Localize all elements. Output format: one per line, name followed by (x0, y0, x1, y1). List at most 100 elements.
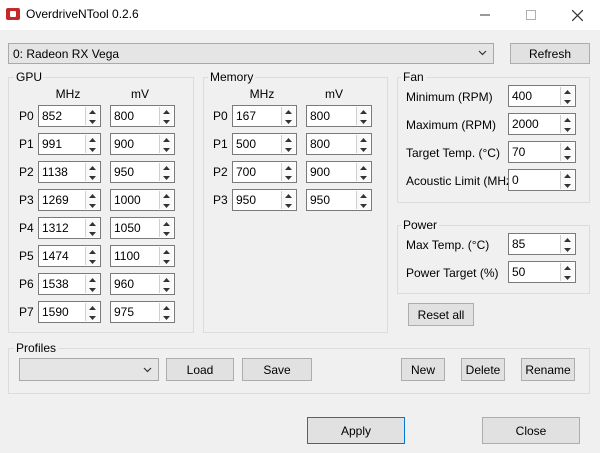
spin-arrows[interactable] (159, 191, 173, 209)
spin-up-icon[interactable] (86, 247, 99, 257)
refresh-button[interactable]: Refresh (510, 43, 590, 64)
spin-down-icon[interactable] (86, 117, 99, 127)
spin-up-icon[interactable] (160, 191, 173, 201)
spin-up-icon[interactable] (86, 135, 99, 145)
spin-down-icon[interactable] (561, 245, 574, 255)
spin-up-icon[interactable] (561, 87, 574, 97)
memory-p0-mv-input[interactable]: 800 (306, 105, 372, 127)
spin-down-icon[interactable] (357, 117, 370, 127)
spin-up-icon[interactable] (160, 219, 173, 229)
spin-arrows[interactable] (85, 107, 99, 125)
spin-down-icon[interactable] (160, 201, 173, 211)
spin-arrows[interactable] (560, 115, 574, 133)
spin-up-icon[interactable] (282, 163, 295, 173)
spin-down-icon[interactable] (561, 97, 574, 107)
gpu-p0-mhz-input[interactable]: 852 (38, 105, 101, 127)
spin-arrows[interactable] (281, 107, 295, 125)
spin-down-icon[interactable] (561, 273, 574, 283)
fan-field-3-input[interactable]: 0 (508, 169, 576, 191)
spin-down-icon[interactable] (160, 173, 173, 183)
spin-arrows[interactable] (85, 303, 99, 321)
spin-up-icon[interactable] (86, 107, 99, 117)
spin-down-icon[interactable] (160, 117, 173, 127)
spin-down-icon[interactable] (561, 181, 574, 191)
spin-up-icon[interactable] (86, 275, 99, 285)
gpu-p3-mhz-input[interactable]: 1269 (38, 189, 101, 211)
gpu-p7-mv-input[interactable]: 975 (110, 301, 175, 323)
gpu-p5-mhz-input[interactable]: 1474 (38, 245, 101, 267)
spin-arrows[interactable] (560, 87, 574, 105)
spin-arrows[interactable] (159, 163, 173, 181)
gpu-p0-mv-input[interactable]: 800 (110, 105, 175, 127)
memory-p0-mhz-input[interactable]: 167 (232, 105, 297, 127)
gpu-p4-mv-input[interactable]: 1050 (110, 217, 175, 239)
device-select[interactable]: 0: Radeon RX Vega (8, 43, 494, 64)
spin-down-icon[interactable] (86, 257, 99, 267)
spin-arrows[interactable] (85, 135, 99, 153)
spin-arrows[interactable] (560, 235, 574, 253)
spin-up-icon[interactable] (160, 163, 173, 173)
apply-button[interactable]: Apply (307, 417, 405, 444)
gpu-p4-mhz-input[interactable]: 1312 (38, 217, 101, 239)
spin-down-icon[interactable] (86, 229, 99, 239)
spin-arrows[interactable] (356, 163, 370, 181)
spin-down-icon[interactable] (160, 313, 173, 323)
gpu-p3-mv-input[interactable]: 1000 (110, 189, 175, 211)
power-field-1-input[interactable]: 50 (508, 261, 576, 283)
profile-select[interactable] (19, 358, 159, 381)
spin-down-icon[interactable] (357, 201, 370, 211)
gpu-p2-mhz-input[interactable]: 1138 (38, 161, 101, 183)
spin-up-icon[interactable] (160, 303, 173, 313)
spin-down-icon[interactable] (561, 153, 574, 163)
spin-up-icon[interactable] (561, 115, 574, 125)
spin-up-icon[interactable] (86, 303, 99, 313)
spin-arrows[interactable] (560, 263, 574, 281)
memory-p1-mv-input[interactable]: 800 (306, 133, 372, 155)
spin-arrows[interactable] (356, 135, 370, 153)
spin-down-icon[interactable] (160, 229, 173, 239)
spin-down-icon[interactable] (86, 173, 99, 183)
spin-arrows[interactable] (159, 247, 173, 265)
spin-up-icon[interactable] (160, 247, 173, 257)
spin-down-icon[interactable] (357, 145, 370, 155)
spin-arrows[interactable] (85, 275, 99, 293)
spin-up-icon[interactable] (282, 107, 295, 117)
spin-down-icon[interactable] (86, 313, 99, 323)
spin-up-icon[interactable] (160, 275, 173, 285)
close-button[interactable]: Close (482, 417, 580, 444)
spin-up-icon[interactable] (561, 143, 574, 153)
spin-down-icon[interactable] (282, 201, 295, 211)
gpu-p2-mv-input[interactable]: 950 (110, 161, 175, 183)
spin-arrows[interactable] (560, 171, 574, 189)
spin-up-icon[interactable] (86, 219, 99, 229)
spin-arrows[interactable] (159, 219, 173, 237)
spin-down-icon[interactable] (160, 145, 173, 155)
spin-arrows[interactable] (281, 135, 295, 153)
spin-arrows[interactable] (356, 107, 370, 125)
spin-down-icon[interactable] (282, 173, 295, 183)
spin-down-icon[interactable] (160, 257, 173, 267)
maximize-button[interactable] (508, 0, 554, 30)
spin-up-icon[interactable] (357, 191, 370, 201)
memory-p2-mhz-input[interactable]: 700 (232, 161, 297, 183)
spin-arrows[interactable] (85, 247, 99, 265)
save-profile-button[interactable]: Save (242, 358, 312, 381)
spin-up-icon[interactable] (357, 135, 370, 145)
spin-arrows[interactable] (159, 303, 173, 321)
spin-up-icon[interactable] (282, 191, 295, 201)
spin-arrows[interactable] (85, 191, 99, 209)
spin-up-icon[interactable] (561, 171, 574, 181)
fan-field-1-input[interactable]: 2000 (508, 113, 576, 135)
memory-p3-mv-input[interactable]: 950 (306, 189, 372, 211)
reset-all-button[interactable]: Reset all (408, 303, 474, 326)
spin-up-icon[interactable] (86, 191, 99, 201)
delete-profile-button[interactable]: Delete (461, 358, 505, 381)
memory-p1-mhz-input[interactable]: 500 (232, 133, 297, 155)
spin-down-icon[interactable] (86, 201, 99, 211)
spin-up-icon[interactable] (357, 163, 370, 173)
rename-profile-button[interactable]: Rename (521, 358, 575, 381)
memory-p3-mhz-input[interactable]: 950 (232, 189, 297, 211)
power-field-0-input[interactable]: 85 (508, 233, 576, 255)
load-profile-button[interactable]: Load (166, 358, 234, 381)
fan-field-0-input[interactable]: 400 (508, 85, 576, 107)
